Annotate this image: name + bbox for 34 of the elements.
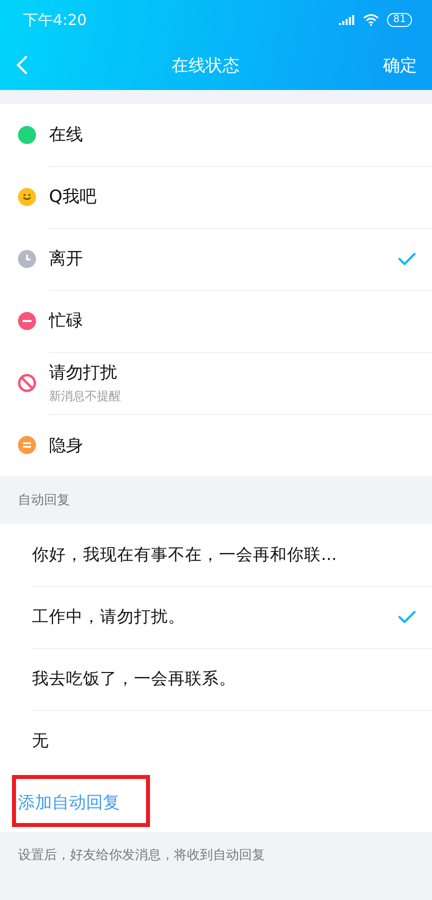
signal-icon — [339, 15, 356, 25]
status-option[interactable]: 隐身 — [0, 414, 432, 476]
reply-label: 无 — [32, 730, 50, 752]
reply-label: 你好，我现在有事不在，一会再和你联... — [32, 544, 338, 566]
status-sublabel: 新消息不提醒 — [49, 388, 122, 404]
status-option[interactable]: Q我吧 — [0, 166, 432, 228]
reply-option[interactable]: 我去吃饭了，一会再联系。 — [0, 648, 432, 710]
smiley-icon — [18, 188, 36, 206]
battery-indicator: 81 — [387, 13, 412, 27]
reply-option[interactable]: 你好，我现在有事不在，一会再和你联... — [0, 524, 432, 586]
no-entry-icon — [18, 374, 36, 392]
status-option[interactable]: 离开 — [0, 228, 432, 290]
footnote: 设置后，好友给你发消息，将收到自动回复 — [18, 848, 265, 863]
reply-label: 我去吃饭了，一会再联系。 — [32, 668, 237, 690]
status-option[interactable]: 忙碌 — [0, 290, 432, 352]
clock-icon — [18, 250, 36, 268]
section-header: 自动回复 — [18, 492, 70, 509]
online-dot-icon — [18, 126, 36, 144]
status-label: 在线 — [49, 124, 84, 146]
status-label: 离开 — [49, 248, 84, 270]
page-title: 在线状态 — [172, 54, 240, 76]
status-option[interactable]: 在线 — [0, 104, 432, 166]
status-label: 忙碌 — [49, 310, 84, 332]
wifi-icon — [363, 14, 380, 26]
reply-option[interactable]: 工作中，请勿打扰。 — [0, 586, 432, 648]
minus-circle-icon — [18, 312, 36, 330]
status-label: 隐身 — [49, 434, 84, 456]
status-option[interactable]: 请勿打扰 新消息不提醒 — [0, 352, 432, 414]
reply-label: 工作中，请勿打扰。 — [32, 606, 186, 628]
status-time: 下午4:20 — [23, 10, 87, 30]
back-button[interactable] — [16, 55, 28, 75]
equals-circle-icon — [18, 436, 36, 454]
status-label: 请勿打扰 — [49, 362, 118, 384]
status-label: Q我吧 — [49, 186, 98, 208]
